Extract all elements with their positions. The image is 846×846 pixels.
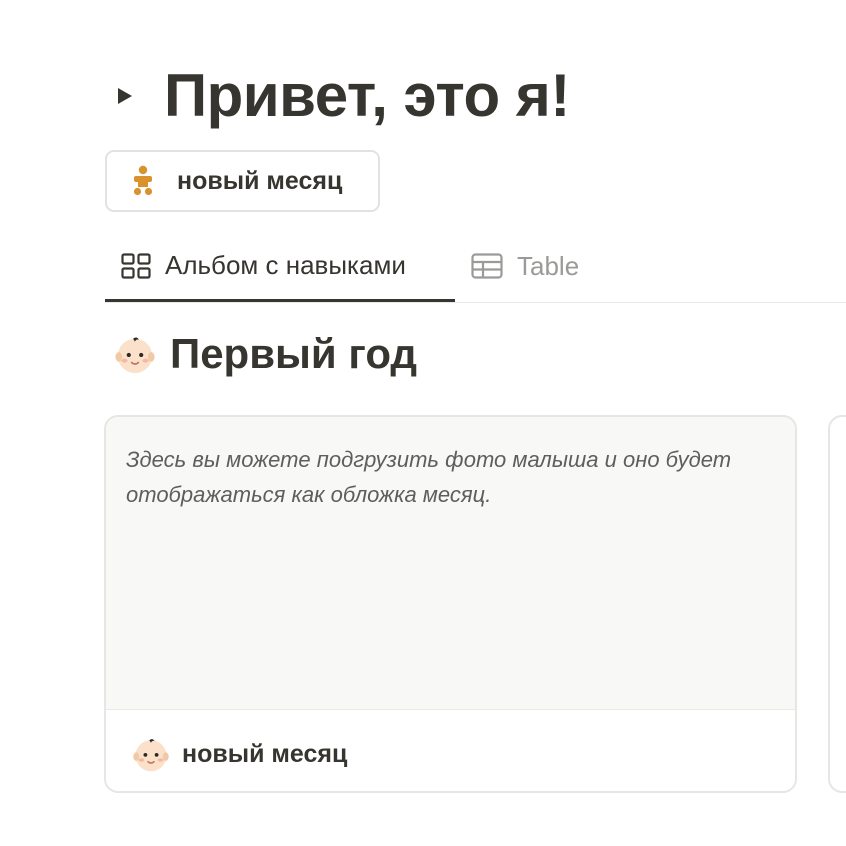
tab-album[interactable]: Альбом с навыками: [105, 232, 455, 302]
card-title: новый месяц: [182, 739, 348, 768]
table-icon: [471, 253, 503, 279]
group-heading: Первый год: [114, 328, 417, 380]
page-title: Привет, это я!: [164, 61, 570, 129]
tab-album-label: Альбом с навыками: [165, 250, 406, 280]
title-row: Привет, это я!: [118, 58, 570, 132]
card-cover: Здесь вы можете подгрузить фото малыша и…: [106, 417, 795, 710]
tab-table-label: Table: [517, 250, 580, 281]
gallery-icon: [121, 252, 151, 279]
baby-icon: [133, 165, 153, 196]
tab-table[interactable]: Table: [471, 232, 579, 300]
card-cover-text: Здесь вы можете подгрузить фото малыша и…: [126, 447, 732, 507]
toggle-arrow-icon[interactable]: [118, 88, 132, 104]
page: Привет, это я! новый месяц Альбом с навы…: [0, 0, 846, 846]
card-footer: новый месяц: [132, 735, 347, 773]
new-month-button[interactable]: новый месяц: [105, 150, 380, 212]
next-card[interactable]: [828, 415, 846, 793]
baby-face-icon: [133, 739, 169, 772]
group-title: Первый год: [170, 330, 418, 377]
baby-face-icon: [115, 337, 155, 374]
gallery-card[interactable]: Здесь вы можете подгрузить фото малыша и…: [104, 415, 797, 793]
view-tabs: Альбом с навыками Table: [105, 232, 846, 303]
new-month-button-label: новый месяц: [177, 166, 343, 195]
